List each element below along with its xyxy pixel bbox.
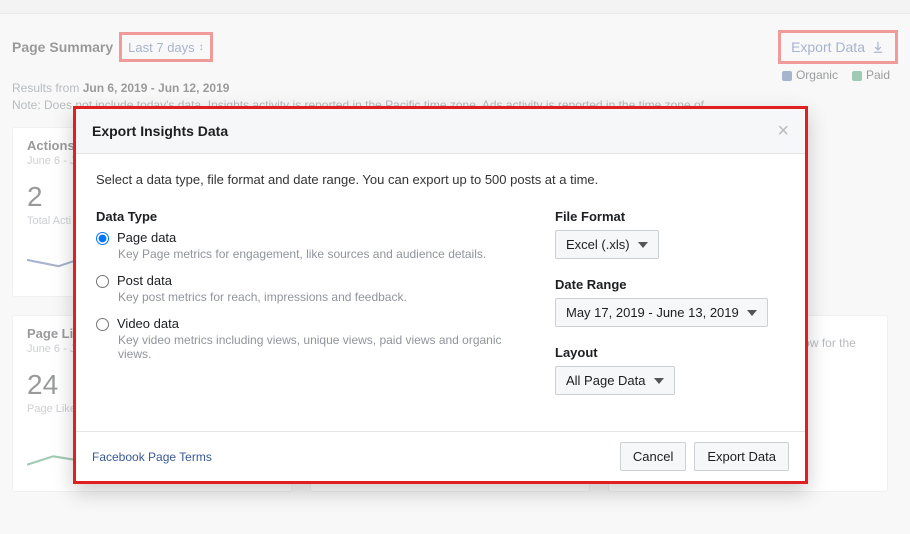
chevron-down-icon [654, 378, 664, 384]
date-range-value: May 17, 2019 - June 13, 2019 [566, 305, 739, 320]
chevron-down-icon [638, 242, 648, 248]
radio-post-data-input[interactable] [96, 275, 109, 288]
export-data-submit-button[interactable]: Export Data [694, 442, 789, 471]
layout-title: Layout [555, 345, 785, 360]
facebook-page-terms-link[interactable]: Facebook Page Terms [92, 450, 212, 464]
radio-post-data-desc: Key post metrics for reach, impressions … [118, 290, 515, 304]
date-range-title: Date Range [555, 277, 785, 292]
cancel-button[interactable]: Cancel [620, 442, 686, 471]
radio-video-data-desc: Key video metrics including views, uniqu… [118, 333, 515, 361]
data-type-title: Data Type [96, 209, 515, 224]
layout-dropdown[interactable]: All Page Data [555, 366, 675, 395]
radio-video-data-input[interactable] [96, 318, 109, 331]
export-insights-modal: Export Insights Data × Select a data typ… [73, 106, 808, 484]
close-icon[interactable]: × [777, 121, 789, 141]
radio-video-data-label: Video data [117, 316, 179, 331]
date-range-dropdown[interactable]: May 17, 2019 - June 13, 2019 [555, 298, 768, 327]
radio-page-data-desc: Key Page metrics for engagement, like so… [118, 247, 515, 261]
radio-page-data[interactable]: Page data [96, 230, 515, 245]
radio-post-data[interactable]: Post data [96, 273, 515, 288]
file-format-dropdown[interactable]: Excel (.xls) [555, 230, 659, 259]
chevron-down-icon [747, 310, 757, 316]
modal-title: Export Insights Data [92, 123, 228, 139]
layout-value: All Page Data [566, 373, 646, 388]
modal-instructions: Select a data type, file format and date… [96, 172, 785, 187]
radio-video-data[interactable]: Video data [96, 316, 515, 331]
radio-page-data-input[interactable] [96, 232, 109, 245]
file-format-title: File Format [555, 209, 785, 224]
radio-page-data-label: Page data [117, 230, 176, 245]
file-format-value: Excel (.xls) [566, 237, 630, 252]
radio-post-data-label: Post data [117, 273, 172, 288]
